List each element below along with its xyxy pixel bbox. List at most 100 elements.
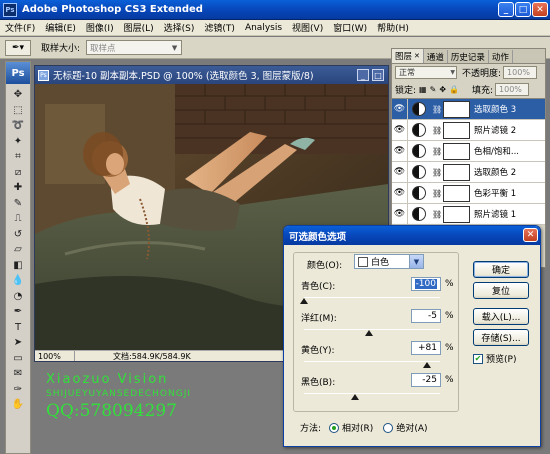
method-absolute-radio[interactable] bbox=[383, 422, 394, 433]
marquee-tool-icon[interactable]: ⬚ bbox=[6, 103, 30, 119]
cyan-input[interactable]: -100 bbox=[411, 277, 441, 291]
crop-tool-icon[interactable]: ⌗ bbox=[6, 149, 30, 165]
magenta-percent: % bbox=[445, 311, 454, 321]
menu-filter[interactable]: 滤镜(T) bbox=[199, 21, 240, 34]
layer-row[interactable]: 👁 ⛓ 色相/饱和... bbox=[392, 140, 545, 162]
menu-file[interactable]: 文件(F) bbox=[0, 21, 40, 34]
lock-pixels-icon[interactable]: ✎ bbox=[430, 85, 437, 94]
lock-position-icon[interactable]: ✥ bbox=[439, 85, 446, 94]
close-button[interactable]: ✕ bbox=[532, 2, 548, 17]
eye-icon[interactable]: 👁 bbox=[392, 203, 408, 225]
history-brush-icon[interactable]: ↺ bbox=[6, 227, 30, 243]
load-button[interactable]: 载入(L)... bbox=[473, 308, 529, 325]
dialog-title-bar[interactable]: 可选颜色选项 ✕ bbox=[284, 226, 540, 245]
layer-mask-thumbnail[interactable] bbox=[443, 163, 470, 181]
black-slider-track[interactable] bbox=[304, 393, 440, 394]
blend-mode-select[interactable]: 正常 ▼ bbox=[395, 66, 457, 79]
menu-select[interactable]: 选择(S) bbox=[159, 21, 200, 34]
layer-mask-thumbnail[interactable] bbox=[443, 100, 470, 118]
notes-tool-icon[interactable]: ✉ bbox=[6, 366, 30, 382]
yellow-value: +81 bbox=[418, 343, 437, 353]
shape-tool-icon[interactable]: ▭ bbox=[6, 351, 30, 367]
zoom-field[interactable]: 100% bbox=[35, 351, 75, 361]
move-tool-icon[interactable]: ✥ bbox=[6, 87, 30, 103]
dialog-close-button[interactable]: ✕ bbox=[523, 228, 538, 242]
lasso-tool-icon[interactable]: ➰ bbox=[6, 118, 30, 134]
menu-window[interactable]: 窗口(W) bbox=[328, 21, 372, 34]
brush-tool-icon[interactable]: ✎ bbox=[6, 196, 30, 212]
layer-mask-thumbnail[interactable] bbox=[443, 142, 470, 160]
menu-help[interactable]: 帮助(H) bbox=[372, 21, 414, 34]
gradient-tool-icon[interactable]: ◧ bbox=[6, 258, 30, 274]
maximize-button[interactable]: □ bbox=[515, 2, 531, 17]
layer-mask-thumbnail[interactable] bbox=[443, 205, 470, 223]
doc-minimize-button[interactable]: _ bbox=[357, 69, 369, 81]
eye-icon[interactable]: 👁 bbox=[392, 161, 408, 183]
eyedropper-tool-icon[interactable]: ✑ bbox=[6, 382, 30, 398]
pen-tool-icon[interactable]: ✒ bbox=[6, 304, 30, 320]
magic-wand-icon[interactable]: ✦ bbox=[6, 134, 30, 150]
magenta-input[interactable]: -5 bbox=[411, 309, 441, 323]
document-title-bar[interactable]: Ps 无标题-10 副本副本.PSD @ 100% (选取颜色 3, 图层蒙版/… bbox=[35, 66, 388, 84]
yellow-slider-track[interactable] bbox=[304, 361, 440, 362]
black-input[interactable]: -25 bbox=[411, 373, 441, 387]
dodge-tool-icon[interactable]: ◔ bbox=[6, 289, 30, 305]
layer-mask-thumbnail[interactable] bbox=[443, 184, 470, 202]
cyan-slider-track[interactable] bbox=[304, 297, 440, 298]
tab-actions[interactable]: 动作 bbox=[489, 50, 513, 63]
minimize-button[interactable]: _ bbox=[498, 2, 514, 17]
path-select-icon[interactable]: ➤ bbox=[6, 335, 30, 351]
preview-checkbox[interactable]: ✔ bbox=[473, 353, 483, 364]
document-size[interactable]: 文档:584.9K/584.9K bbox=[113, 351, 191, 362]
fill-value: 100% bbox=[499, 85, 522, 94]
layer-row[interactable]: 👁 ⛓ 选取颜色 2 bbox=[392, 161, 545, 183]
preview-checkbox-row[interactable]: ✔ 预览(P) bbox=[473, 352, 516, 365]
healing-brush-icon[interactable]: ✚ bbox=[6, 180, 30, 196]
menu-edit[interactable]: 编辑(E) bbox=[40, 21, 81, 34]
layer-row[interactable]: 👁 ⛓ 色彩平衡 1 bbox=[392, 182, 545, 204]
eye-icon[interactable]: 👁 bbox=[392, 140, 408, 162]
opacity-field[interactable]: 100% bbox=[503, 66, 538, 79]
link-icon: ⛓ bbox=[432, 104, 443, 114]
menu-image[interactable]: 图像(I) bbox=[81, 21, 119, 34]
close-icon[interactable]: ✕ bbox=[414, 52, 420, 60]
reset-button[interactable]: 复位 bbox=[473, 282, 529, 299]
eraser-icon[interactable]: ▱ bbox=[6, 242, 30, 258]
save-button[interactable]: 存储(S)... bbox=[473, 329, 529, 346]
sample-size-select[interactable]: 取样点 ▼ bbox=[86, 40, 183, 55]
layer-mask-thumbnail[interactable] bbox=[443, 121, 470, 139]
menu-analysis[interactable]: Analysis bbox=[240, 23, 287, 33]
layer-row[interactable]: 👁 ⛓ 选取颜色 3 bbox=[392, 98, 545, 120]
tool-preset-picker[interactable]: ✒▾ bbox=[5, 39, 31, 56]
menu-layer[interactable]: 图层(L) bbox=[119, 21, 159, 34]
colors-select[interactable]: 白色 ▼ bbox=[354, 254, 424, 269]
slice-tool-icon[interactable]: ⧄ bbox=[6, 165, 30, 181]
yellow-input[interactable]: +81 bbox=[411, 341, 441, 355]
clone-stamp-icon[interactable]: ⎍ bbox=[6, 211, 30, 227]
doc-maximize-button[interactable]: □ bbox=[372, 69, 384, 81]
ok-button[interactable]: 确定 bbox=[473, 261, 529, 278]
eye-icon[interactable]: 👁 bbox=[392, 98, 408, 120]
hand-tool-icon[interactable]: ✋ bbox=[6, 397, 30, 413]
magenta-slider-thumb[interactable] bbox=[364, 330, 373, 336]
type-tool-icon[interactable]: T bbox=[6, 320, 30, 336]
lock-transparency-icon[interactable]: ▦ bbox=[419, 85, 427, 94]
black-slider-thumb[interactable] bbox=[351, 394, 359, 400]
layer-row[interactable]: 👁 ⛓ 照片滤镜 2 bbox=[392, 119, 545, 141]
tab-layers[interactable]: 图层 ✕ bbox=[392, 49, 424, 63]
fill-field[interactable]: 100% bbox=[495, 83, 530, 96]
lock-all-icon[interactable]: 🔒 bbox=[449, 85, 459, 94]
link-icon: ⛓ bbox=[432, 209, 443, 219]
method-relative-radio[interactable] bbox=[329, 422, 340, 433]
tab-channels[interactable]: 通道 bbox=[424, 50, 448, 63]
eye-icon[interactable]: 👁 bbox=[392, 119, 408, 141]
layer-row[interactable]: 👁 ⛓ 照片滤镜 1 bbox=[392, 203, 545, 225]
tab-history[interactable]: 历史记录 bbox=[448, 50, 489, 63]
cyan-slider-thumb[interactable] bbox=[300, 298, 308, 304]
eye-icon[interactable]: 👁 bbox=[392, 182, 408, 204]
menu-view[interactable]: 视图(V) bbox=[287, 21, 328, 34]
blur-tool-icon[interactable]: 💧 bbox=[6, 273, 30, 289]
yellow-slider-thumb[interactable] bbox=[423, 362, 432, 368]
eyedropper-icon: ✒▾ bbox=[11, 42, 25, 53]
adjustment-layer-icon bbox=[412, 165, 426, 179]
